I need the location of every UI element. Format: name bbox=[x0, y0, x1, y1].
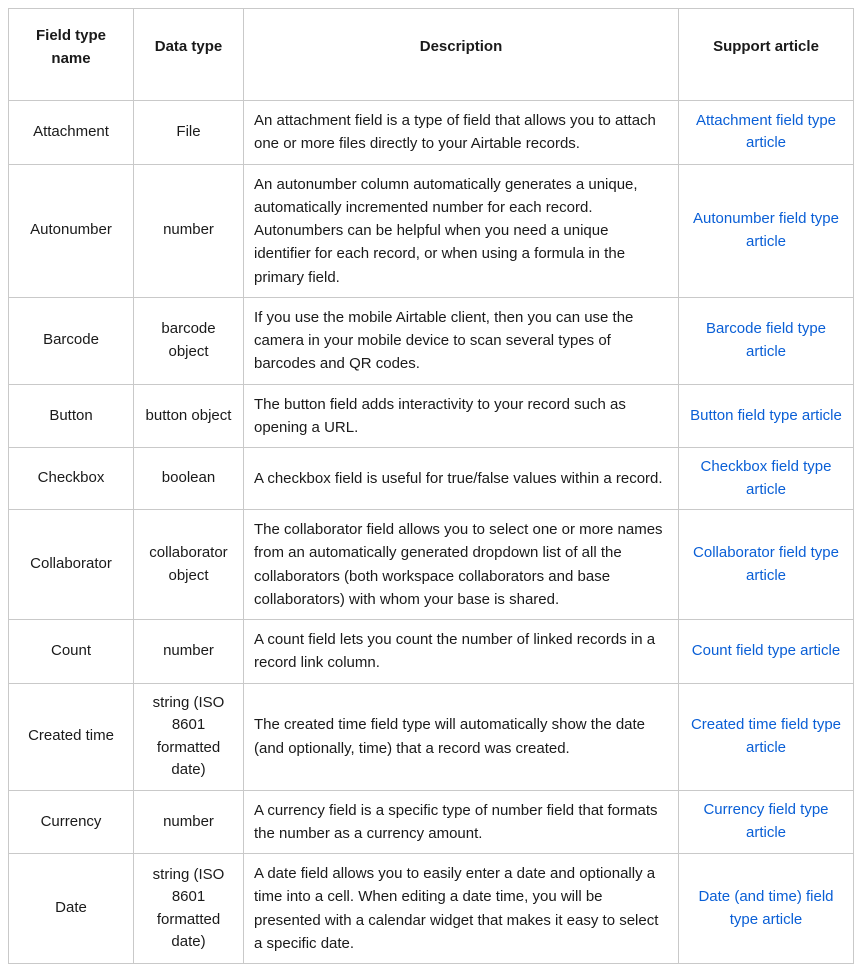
support-article-cell: Checkbox field type article bbox=[679, 448, 854, 510]
data-type-cell: button object bbox=[134, 384, 244, 448]
support-article-link[interactable]: Attachment field type article bbox=[696, 112, 836, 152]
field-types-table: Field type name Data type Description Su… bbox=[8, 8, 854, 964]
support-article-link[interactable]: Currency field type article bbox=[703, 801, 828, 841]
table-row: Collaboratorcollaborator objectThe colla… bbox=[9, 510, 854, 620]
support-article-link[interactable]: Barcode field type article bbox=[706, 320, 826, 360]
data-type-cell: barcode object bbox=[134, 297, 244, 384]
field-type-name-cell: Button bbox=[9, 384, 134, 448]
support-article-cell: Attachment field type article bbox=[679, 101, 854, 165]
data-type-cell: File bbox=[134, 101, 244, 165]
description-cell: A count field lets you count the number … bbox=[244, 620, 679, 684]
field-type-name-cell: Collaborator bbox=[9, 510, 134, 620]
support-article-link[interactable]: Autonumber field type article bbox=[693, 210, 839, 250]
support-article-link[interactable]: Button field type article bbox=[690, 407, 842, 424]
support-article-cell: Barcode field type article bbox=[679, 297, 854, 384]
field-type-name-cell: Barcode bbox=[9, 297, 134, 384]
table-row: CountnumberA count field lets you count … bbox=[9, 620, 854, 684]
data-type-cell: string (ISO 8601 formatted date) bbox=[134, 683, 244, 790]
description-cell: A currency field is a specific type of n… bbox=[244, 790, 679, 854]
support-article-cell: Button field type article bbox=[679, 384, 854, 448]
field-type-name-cell: Currency bbox=[9, 790, 134, 854]
support-article-link[interactable]: Collaborator field type article bbox=[693, 544, 839, 584]
data-type-cell: number bbox=[134, 164, 244, 297]
field-type-name-cell: Created time bbox=[9, 683, 134, 790]
table-row: Buttonbutton objectThe button field adds… bbox=[9, 384, 854, 448]
support-article-cell: Autonumber field type article bbox=[679, 164, 854, 297]
table-row: CurrencynumberA currency field is a spec… bbox=[9, 790, 854, 854]
field-type-name-cell: Autonumber bbox=[9, 164, 134, 297]
data-type-cell: number bbox=[134, 620, 244, 684]
header-field-type-name: Field type name bbox=[9, 9, 134, 101]
description-cell: The collaborator field allows you to sel… bbox=[244, 510, 679, 620]
header-description: Description bbox=[244, 9, 679, 101]
data-type-cell: number bbox=[134, 790, 244, 854]
table-row: CheckboxbooleanA checkbox field is usefu… bbox=[9, 448, 854, 510]
support-article-link[interactable]: Created time field type article bbox=[691, 716, 841, 756]
header-data-type: Data type bbox=[134, 9, 244, 101]
support-article-cell: Date (and time) field type article bbox=[679, 854, 854, 964]
table-row: Datestring (ISO 8601 formatted date)A da… bbox=[9, 854, 854, 964]
description-cell: The created time field type will automat… bbox=[244, 683, 679, 790]
header-support-article: Support article bbox=[679, 9, 854, 101]
support-article-link[interactable]: Date (and time) field type article bbox=[698, 888, 833, 928]
data-type-cell: string (ISO 8601 formatted date) bbox=[134, 854, 244, 964]
support-article-link[interactable]: Count field type article bbox=[692, 642, 840, 659]
description-cell: The button field adds interactivity to y… bbox=[244, 384, 679, 448]
field-type-name-cell: Attachment bbox=[9, 101, 134, 165]
field-type-name-cell: Count bbox=[9, 620, 134, 684]
data-type-cell: collaborator object bbox=[134, 510, 244, 620]
table-row: Barcodebarcode objectIf you use the mobi… bbox=[9, 297, 854, 384]
support-article-cell: Currency field type article bbox=[679, 790, 854, 854]
support-article-cell: Created time field type article bbox=[679, 683, 854, 790]
table-row: AutonumbernumberAn autonumber column aut… bbox=[9, 164, 854, 297]
table-row: AttachmentFileAn attachment field is a t… bbox=[9, 101, 854, 165]
support-article-link[interactable]: Checkbox field type article bbox=[701, 458, 832, 498]
description-cell: An attachment field is a type of field t… bbox=[244, 101, 679, 165]
description-cell: A checkbox field is useful for true/fals… bbox=[244, 448, 679, 510]
description-cell: An autonumber column automatically gener… bbox=[244, 164, 679, 297]
field-type-name-cell: Checkbox bbox=[9, 448, 134, 510]
description-cell: If you use the mobile Airtable client, t… bbox=[244, 297, 679, 384]
field-type-name-cell: Date bbox=[9, 854, 134, 964]
table-row: Created timestring (ISO 8601 formatted d… bbox=[9, 683, 854, 790]
data-type-cell: boolean bbox=[134, 448, 244, 510]
support-article-cell: Collaborator field type article bbox=[679, 510, 854, 620]
table-header-row: Field type name Data type Description Su… bbox=[9, 9, 854, 101]
support-article-cell: Count field type article bbox=[679, 620, 854, 684]
description-cell: A date field allows you to easily enter … bbox=[244, 854, 679, 964]
